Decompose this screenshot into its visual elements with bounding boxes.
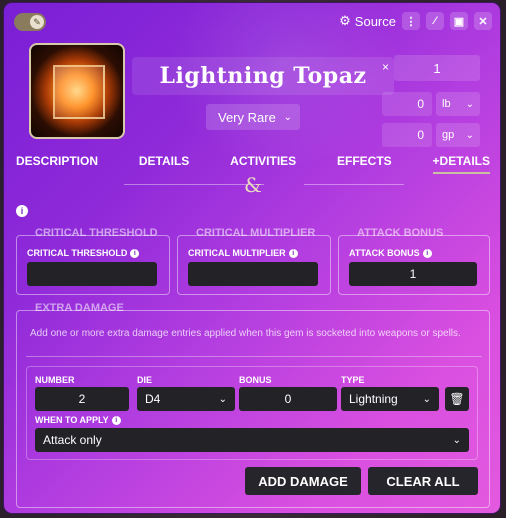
when-to-apply-label-text: WHEN TO APPLY: [35, 415, 109, 425]
rarity-select[interactable]: Very Rare ⌄: [206, 104, 300, 130]
weight-unit-select[interactable]: lb ⌄: [436, 92, 480, 116]
info-icon[interactable]: i: [130, 248, 140, 258]
info-icon[interactable]: i: [111, 415, 121, 425]
item-sheet-window: ✎ ⚙ Source ⋮ ⁄ ▣ ✕ Lightning Topaz Very …: [4, 3, 500, 513]
header-controls: ⚙ Source ⋮ ⁄ ▣ ✕: [339, 12, 492, 30]
source-label: Source: [354, 13, 396, 29]
info-icon[interactable]: i: [288, 248, 298, 258]
price-unit-value: gp: [442, 129, 455, 141]
attack-bonus-group: ATTACK BONUS ATTACK BONUS i 1: [338, 227, 490, 295]
tab-details[interactable]: DETAILS: [139, 154, 189, 174]
chevron-down-icon: ⌄: [452, 434, 461, 446]
source-button[interactable]: ⚙ Source: [339, 13, 396, 29]
dots-vertical-icon[interactable]: ⋮: [402, 12, 420, 30]
attack-bonus-label-text: ATTACK BONUS: [349, 248, 420, 258]
attack-bonus-input[interactable]: 1: [349, 262, 477, 286]
critical-multiplier-legend: CRITICAL MULTIPLIER: [196, 227, 316, 239]
tab-activities[interactable]: ACTIVITIES: [230, 154, 296, 174]
attack-bonus-label: ATTACK BONUS i: [349, 248, 432, 258]
die-select[interactable]: D4 ⌄: [137, 387, 235, 411]
die-label: DIE: [137, 375, 153, 385]
when-to-apply-value: Attack only: [43, 433, 102, 447]
tab-plus-details[interactable]: +DETAILS: [432, 154, 490, 174]
quantity-prefix: ×: [382, 60, 390, 74]
chevron-down-icon: ⌄: [218, 393, 227, 405]
critical-threshold-label: CRITICAL THRESHOLD i: [27, 248, 140, 258]
damage-type-value: Lightning: [349, 392, 398, 406]
cog-icon: ⚙: [339, 13, 351, 28]
rarity-value: Very Rare: [218, 109, 276, 125]
item-name[interactable]: Lightning Topaz: [132, 57, 394, 95]
wand-icon[interactable]: ⁄: [426, 12, 444, 30]
bonus-input[interactable]: 0: [239, 387, 337, 411]
trash-icon[interactable]: 🗑: [445, 387, 469, 411]
clear-all-button[interactable]: CLEAR ALL: [368, 467, 478, 495]
quantity-input[interactable]: 1: [394, 55, 480, 81]
price-unit-select[interactable]: gp ⌄: [436, 123, 480, 147]
type-label: TYPE: [341, 375, 365, 385]
price-input[interactable]: 0: [382, 123, 432, 147]
die-value: D4: [145, 392, 161, 406]
add-damage-button[interactable]: ADD DAMAGE: [245, 467, 361, 495]
mode-toggle[interactable]: ✎: [14, 13, 46, 31]
sheet-tabs: DESCRIPTION DETAILS ACTIVITIES EFFECTS +…: [16, 154, 490, 174]
item-image[interactable]: [29, 43, 125, 139]
ampersand-divider-icon: &: [244, 173, 262, 197]
extra-damage-divider: [26, 356, 482, 357]
critical-threshold-label-text: CRITICAL THRESHOLD: [27, 248, 128, 258]
info-icon[interactable]: i: [422, 248, 432, 258]
tab-description[interactable]: DESCRIPTION: [16, 154, 98, 174]
critical-threshold-legend: CRITICAL THRESHOLD: [35, 227, 158, 239]
damage-type-select[interactable]: Lightning ⌄: [341, 387, 439, 411]
weight-row: 0 lb ⌄: [382, 92, 480, 116]
when-to-apply-label: WHEN TO APPLY i: [35, 415, 121, 425]
divider-right: [304, 184, 404, 185]
chevron-down-icon: ⌄: [465, 98, 474, 110]
weight-unit-value: lb: [442, 98, 451, 110]
tab-effects[interactable]: EFFECTS: [337, 154, 392, 174]
price-row: 0 gp ⌄: [382, 123, 480, 147]
attack-bonus-legend: ATTACK BONUS: [357, 227, 444, 239]
close-icon[interactable]: ✕: [474, 12, 492, 30]
chevron-down-icon: ⌄: [422, 393, 431, 405]
when-to-apply-select[interactable]: Attack only ⌄: [35, 428, 469, 452]
number-input[interactable]: 2: [35, 387, 129, 411]
divider-left: [124, 184, 264, 185]
topaz-cube-graphic: [53, 65, 105, 119]
chevron-down-icon: ⌄: [465, 129, 474, 141]
critical-threshold-input[interactable]: [27, 262, 157, 286]
chevron-down-icon: ⌄: [283, 111, 292, 123]
weight-input[interactable]: 0: [382, 92, 432, 116]
file-icon[interactable]: ▣: [450, 12, 468, 30]
extra-damage-note: Add one or more extra damage entries app…: [30, 328, 461, 339]
extra-damage-legend: EXTRA DAMAGE: [35, 302, 124, 314]
info-icon[interactable]: i: [16, 205, 28, 217]
critical-multiplier-group: CRITICAL MULTIPLIER CRITICAL MULTIPLIER …: [177, 227, 331, 295]
critical-threshold-group: CRITICAL THRESHOLD CRITICAL THRESHOLD i: [16, 227, 170, 295]
bonus-label: BONUS: [239, 375, 272, 385]
critical-multiplier-label: CRITICAL MULTIPLIER i: [188, 248, 298, 258]
critical-multiplier-label-text: CRITICAL MULTIPLIER: [188, 248, 286, 258]
wrench-icon: ✎: [30, 15, 44, 29]
damage-entry: NUMBER 2 DIE D4 ⌄ BONUS 0 TYPE Lightning…: [26, 366, 478, 460]
number-label: NUMBER: [35, 375, 75, 385]
critical-multiplier-input[interactable]: [188, 262, 318, 286]
